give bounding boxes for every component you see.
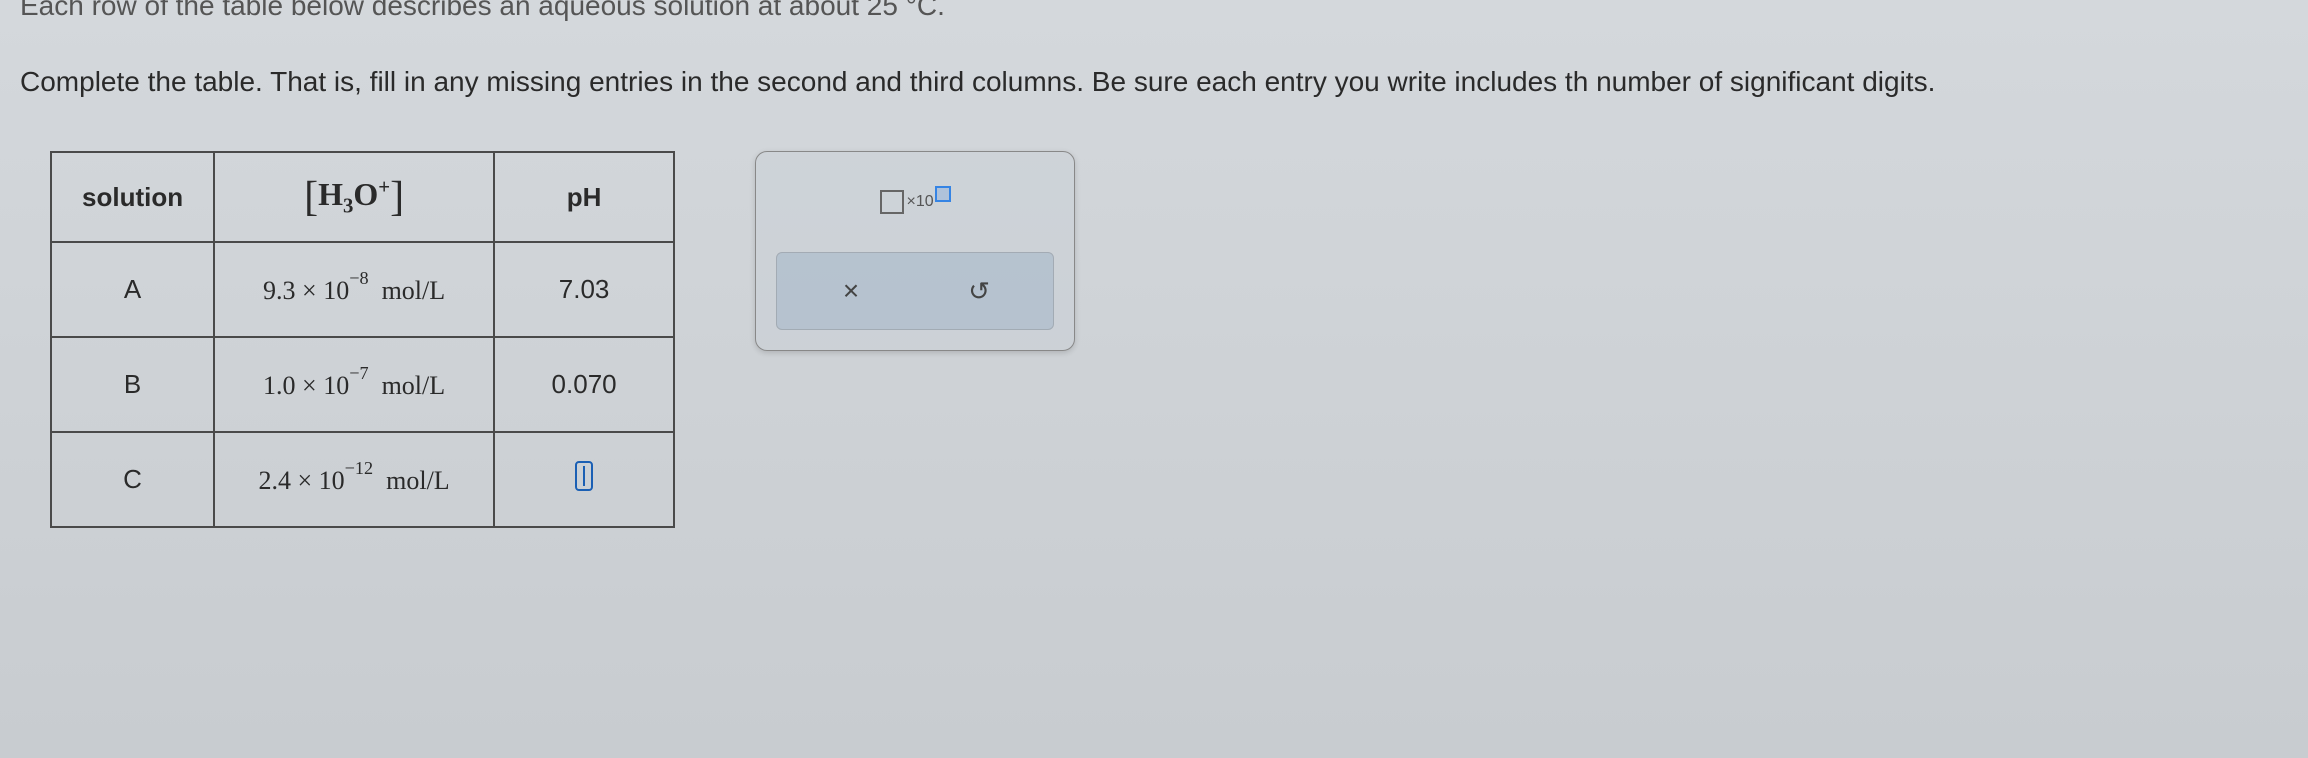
solution-table: solution [H3O+] pH A 9.3 × 10−8 mol/L <box>50 151 675 528</box>
coeff-a: 9.3 <box>263 276 296 305</box>
coeff-c: 2.4 <box>259 466 292 495</box>
table-row: B 1.0 × 10−7 mol/L 0.070 <box>51 337 674 432</box>
cell-solution-b: B <box>51 337 214 432</box>
cell-ph-a: 7.03 <box>494 242 674 337</box>
exp-a: −8 <box>349 268 368 288</box>
cell-solution-a: A <box>51 242 214 337</box>
unit-b: mol/L <box>382 371 446 400</box>
reset-icon: ↺ <box>968 276 990 307</box>
cell-solution-c: C <box>51 432 214 527</box>
reset-button[interactable]: ↺ <box>959 271 999 311</box>
cell-h3o-b: 1.0 × 10−7 mol/L <box>214 337 494 432</box>
unit-a: mol/L <box>382 276 446 305</box>
table-row: C 2.4 × 10−12 mol/L <box>51 432 674 527</box>
close-icon: × <box>843 275 859 307</box>
scientific-notation-button[interactable]: ×10 <box>776 172 1054 232</box>
exp-b: −7 <box>349 363 368 383</box>
header-ph: pH <box>494 152 674 242</box>
cell-h3o-c: 2.4 × 10−12 mol/L <box>214 432 494 527</box>
times-ten-label: ×10 <box>907 193 934 211</box>
exp-c: −12 <box>345 458 373 478</box>
tool-panel: ×10 × ↺ <box>755 151 1075 351</box>
exponent-box-icon <box>935 186 951 202</box>
mantissa-box-icon <box>880 190 904 214</box>
ph-input-c[interactable] <box>575 461 593 491</box>
header-h3o: [H3O+] <box>214 152 494 242</box>
table-row: A 9.3 × 10−8 mol/L 7.03 <box>51 242 674 337</box>
instruction-text: Complete the table. That is, fill in any… <box>20 62 2288 101</box>
tool-actions-row: × ↺ <box>776 252 1054 330</box>
cell-h3o-a: 9.3 × 10−8 mol/L <box>214 242 494 337</box>
coeff-b: 1.0 <box>263 371 296 400</box>
unit-c: mol/L <box>386 466 450 495</box>
clear-button[interactable]: × <box>831 271 871 311</box>
cell-ph-c[interactable] <box>494 432 674 527</box>
cutoff-context-text: Each row of the table below describes an… <box>20 0 2288 22</box>
header-solution: solution <box>51 152 214 242</box>
cell-ph-b: 0.070 <box>494 337 674 432</box>
